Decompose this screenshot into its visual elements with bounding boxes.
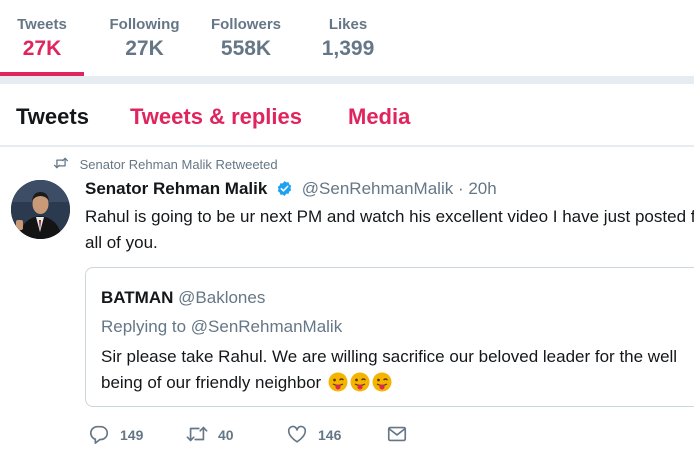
avatar[interactable]: [11, 180, 70, 239]
quoted-tweet-header: BATMAN @Baklones: [101, 288, 265, 308]
stat-following[interactable]: Following 27K: [92, 0, 197, 76]
reply-icon: [88, 423, 120, 448]
stat-followers-label: Followers: [210, 16, 281, 33]
tweet-header: Senator Rehman Malik @SenRehmanMalik · 2…: [85, 179, 497, 199]
verified-badge-icon: [276, 180, 293, 197]
tweet-actions: 149 40 146: [88, 423, 488, 447]
stat-likes-value: 1,399: [321, 37, 375, 60]
stat-likes[interactable]: Likes 1,399: [312, 0, 384, 76]
envelope-icon: [386, 423, 418, 448]
author-handle[interactable]: @SenRehmanMalik: [302, 179, 453, 198]
tweet-timestamp[interactable]: · 20h: [458, 179, 497, 198]
quoted-author-handle: @Baklones: [178, 288, 266, 307]
stat-following-value: 27K: [125, 37, 164, 60]
quoted-tweet[interactable]: BATMAN @Baklones Replying to @SenRehmanM…: [85, 267, 694, 407]
retweet-context-text: Senator Rehman Malik Retweeted: [79, 157, 278, 172]
retweet-icon: [53, 156, 69, 172]
like-count: 146: [318, 427, 342, 443]
retweet-count: 40: [218, 427, 234, 443]
tab-media[interactable]: Media: [348, 104, 410, 130]
tongue-wink-emoji-icon: [350, 372, 370, 392]
stat-likes-label: Likes: [328, 16, 368, 33]
tongue-wink-emoji-icon: [328, 372, 348, 392]
stat-followers[interactable]: Followers 558K: [205, 0, 287, 76]
profile-stats-bar: Tweets 27K Following 27K Followers 558K …: [0, 0, 694, 76]
quoted-author-name: BATMAN: [101, 288, 174, 307]
retweet-context: Senator Rehman Malik Retweeted: [53, 156, 278, 172]
retweet-button[interactable]: 40: [186, 423, 234, 447]
like-button[interactable]: 146: [286, 423, 341, 447]
reply-button[interactable]: 149: [88, 423, 143, 447]
reply-count: 149: [120, 427, 144, 443]
stat-followers-value: 558K: [220, 37, 272, 60]
tab-tweets-and-replies[interactable]: Tweets & replies: [130, 104, 302, 130]
quoted-replying-to: Replying to @SenRehmanMalik: [101, 317, 343, 336]
author-name[interactable]: Senator Rehman Malik: [85, 179, 267, 198]
tongue-wink-emoji-icon: [372, 372, 392, 392]
retweet-action-icon: [186, 423, 218, 448]
stat-following-label: Following: [109, 16, 180, 33]
stat-tweets[interactable]: Tweets 27K: [0, 0, 84, 76]
timeline-tabs: Tweets Tweets & replies Media: [0, 84, 694, 146]
quoted-tweet-text: Sir please take Rahul. We are willing sa…: [101, 344, 694, 396]
stat-tweets-value: 27K: [22, 37, 62, 60]
direct-message-button[interactable]: [386, 423, 418, 447]
tweet-card[interactable]: Senator Rehman Malik Retweeted Senator R…: [0, 147, 694, 463]
heart-icon: [286, 423, 318, 448]
tab-tweets[interactable]: Tweets: [16, 104, 89, 130]
tweet-text: Rahul is going to be ur next PM and watc…: [85, 207, 694, 252]
stat-tweets-label: Tweets: [17, 16, 67, 33]
